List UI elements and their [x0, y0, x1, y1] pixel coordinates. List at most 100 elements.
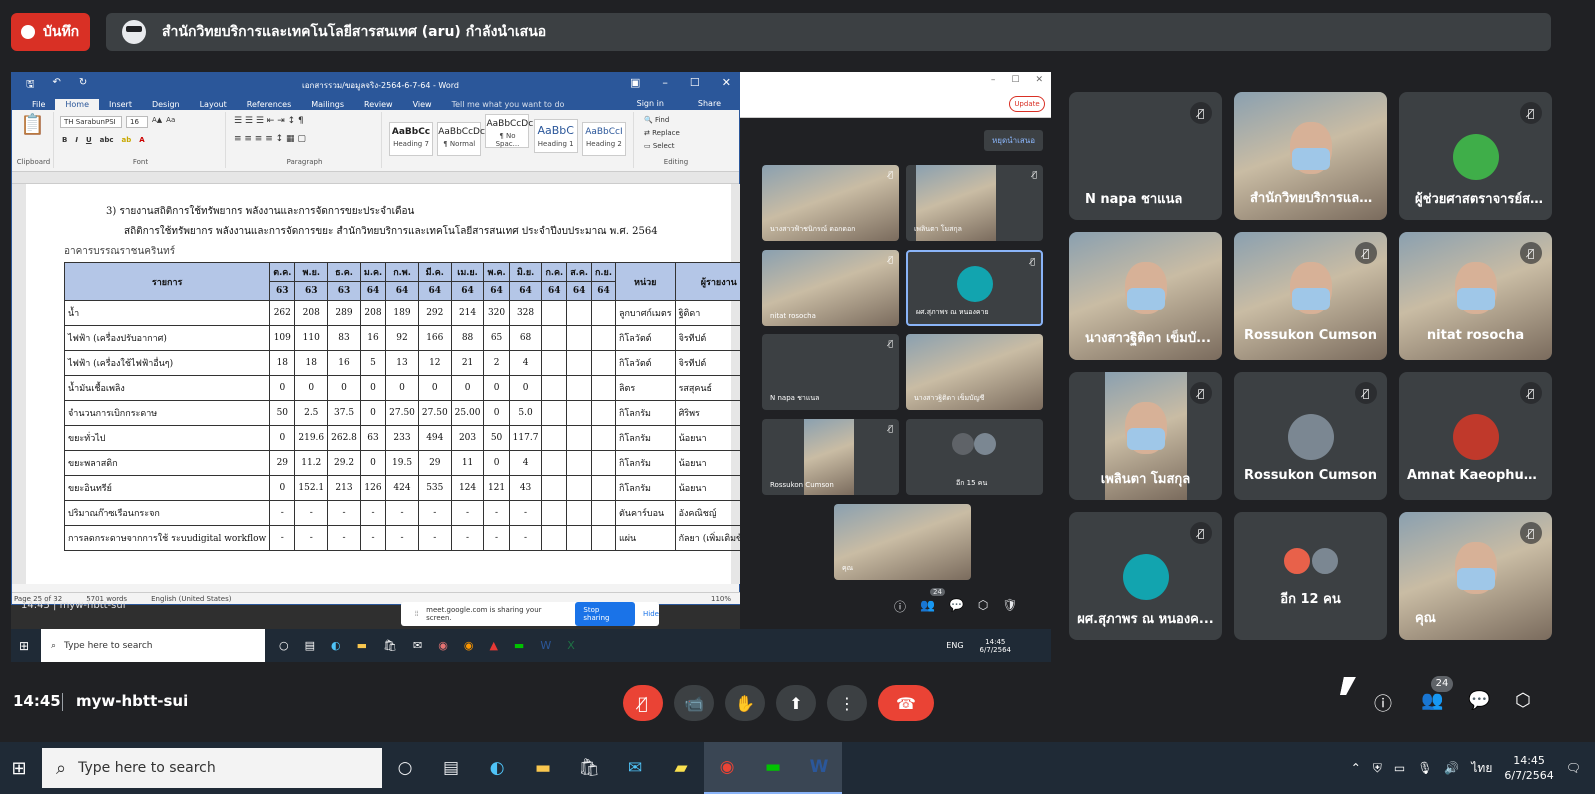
value-cell[interactable]: 203 — [450, 425, 485, 451]
style-normal[interactable]: AaBbCcDc ¶ Normal — [437, 122, 485, 156]
participant-tile[interactable]: 🎙̸ nitat rosocha — [1399, 232, 1552, 360]
value-cell[interactable]: 0 — [359, 400, 387, 426]
value-cell[interactable]: 29 — [269, 450, 296, 476]
value-cell[interactable]: 262.8 — [327, 425, 361, 451]
sign-in-link[interactable]: Sign in — [627, 98, 674, 109]
unit-cell[interactable]: กิโลวัตต์ — [614, 350, 676, 376]
info-icon[interactable]: ⓘ — [894, 598, 906, 615]
value-cell[interactable]: 292 — [417, 300, 452, 326]
value-cell[interactable]: - — [508, 525, 543, 551]
value-cell[interactable]: - — [327, 500, 361, 526]
ribbon-display-icon[interactable]: ▣ — [630, 76, 640, 89]
value-cell[interactable] — [590, 425, 616, 451]
taskbar-search-box[interactable]: ⌕ Type here to search — [42, 748, 382, 788]
minimize-icon[interactable]: – — [662, 76, 668, 89]
tab-file[interactable]: File — [22, 99, 55, 110]
value-cell[interactable]: 4 — [508, 450, 543, 476]
value-cell[interactable] — [541, 450, 568, 476]
value-cell[interactable]: - — [483, 500, 510, 526]
value-cell[interactable]: 5 — [359, 350, 387, 376]
value-cell[interactable] — [590, 375, 616, 401]
host-controls-icon[interactable]: 🛡 — [1002, 598, 1017, 615]
present-button[interactable]: ⬆ — [776, 685, 816, 721]
network-icon[interactable]: ▭ — [1394, 761, 1405, 775]
value-cell[interactable] — [541, 425, 568, 451]
value-cell[interactable]: 0 — [294, 375, 329, 401]
value-cell[interactable]: 5.0 — [508, 400, 543, 426]
tab-insert[interactable]: Insert — [99, 99, 142, 110]
value-cell[interactable]: 0 — [269, 375, 296, 401]
list-icons[interactable]: ☰ ☰ ☰ ⇤ ⇥ ↕ ¶ — [228, 112, 381, 126]
chrome-update-button[interactable]: Update — [1009, 96, 1045, 112]
raise-hand-button[interactable]: ✋ — [725, 685, 765, 721]
participant-tile[interactable]: 🎙̸ ผู้ช่วยศาสตราจารย์ส... — [1399, 92, 1552, 220]
value-cell[interactable] — [566, 400, 592, 426]
value-cell[interactable]: 0 — [450, 375, 485, 401]
value-cell[interactable]: 109 — [269, 325, 296, 351]
item-cell[interactable]: จำนวนการเบิกกระดาษ — [63, 400, 271, 426]
tab-layout[interactable]: Layout — [190, 99, 237, 110]
value-cell[interactable]: - — [359, 500, 387, 526]
value-cell[interactable] — [590, 525, 616, 551]
inner-taskbar-apps[interactable]: ○ ▤ ◐ ▬ 🛍 ✉ ◉ ◉ ▲ ▬ W X — [279, 639, 575, 652]
value-cell[interactable]: 50 — [269, 400, 296, 426]
value-cell[interactable]: 124 — [450, 475, 485, 501]
unit-cell[interactable]: กิโลกรัม — [614, 400, 676, 426]
value-cell[interactable]: - — [269, 525, 296, 551]
value-cell[interactable]: 11 — [450, 450, 485, 476]
zoom-level[interactable]: 110% — [711, 595, 741, 603]
chrome-icon[interactable]: ◉ — [704, 742, 750, 794]
style-no-spacing[interactable]: AaBbCcDc ¶ No Spac... — [485, 114, 533, 148]
tab-mailings[interactable]: Mailings — [301, 99, 354, 110]
value-cell[interactable] — [541, 475, 568, 501]
cortana-icon[interactable]: ○ — [382, 742, 428, 794]
value-cell[interactable]: 68 — [508, 325, 543, 351]
save-icon[interactable]: 🖫 — [26, 77, 35, 94]
value-cell[interactable] — [541, 525, 568, 551]
value-cell[interactable] — [566, 350, 592, 376]
unit-cell[interactable]: แผ่น — [614, 525, 676, 551]
item-cell[interactable]: ขยะอินทรีย์ — [63, 475, 271, 501]
value-cell[interactable]: 19.5 — [385, 450, 419, 476]
participant-tile[interactable]: 🎙̸ Rossukon Cumson — [1234, 372, 1387, 500]
microphone-icon[interactable]: 🎙 — [1417, 761, 1432, 775]
taskbar-clock[interactable]: 14:45 6/7/2564 — [1504, 753, 1553, 783]
chat-icon[interactable]: 💬 — [949, 598, 964, 615]
value-cell[interactable]: 2.5 — [294, 400, 329, 426]
value-cell[interactable]: 0 — [269, 475, 296, 501]
value-cell[interactable]: - — [483, 525, 510, 551]
value-cell[interactable] — [590, 400, 616, 426]
value-cell[interactable]: - — [269, 500, 296, 526]
value-cell[interactable] — [566, 450, 592, 476]
close-icon[interactable]: ✕ — [722, 76, 731, 89]
participant-tile[interactable]: 🎙̸ เพลินตา โมสกุล — [1069, 372, 1222, 500]
bold-icon[interactable]: B — [62, 136, 67, 144]
value-cell[interactable]: 27.50 — [385, 400, 419, 426]
value-cell[interactable]: 83 — [327, 325, 361, 351]
value-cell[interactable]: 289 — [327, 300, 361, 326]
value-cell[interactable]: 29 — [417, 450, 452, 476]
value-cell[interactable]: 0 — [359, 450, 387, 476]
value-cell[interactable]: - — [417, 525, 452, 551]
font-color-icon[interactable]: A — [139, 136, 144, 144]
value-cell[interactable]: 494 — [417, 425, 452, 451]
font-size-select[interactable]: 16 — [126, 116, 148, 128]
volume-icon[interactable]: 🔊 — [1444, 761, 1459, 775]
maximize-icon[interactable]: ☐ — [690, 76, 700, 89]
value-cell[interactable]: 37.5 — [327, 400, 361, 426]
value-cell[interactable]: - — [327, 525, 361, 551]
info-icon[interactable]: ⓘ — [1374, 690, 1392, 716]
value-cell[interactable]: 27.50 — [417, 400, 452, 426]
value-cell[interactable] — [590, 325, 616, 351]
value-cell[interactable]: 63 — [359, 425, 387, 451]
item-cell[interactable]: น้ำมันเชื้อเพลิง — [63, 375, 271, 401]
value-cell[interactable]: 16 — [327, 350, 361, 376]
line-icon[interactable]: ▬ — [750, 742, 796, 794]
value-cell[interactable]: 43 — [508, 475, 543, 501]
replace-button[interactable]: ⇄ Replace — [644, 127, 708, 140]
chevron-up-icon[interactable]: ⌃ — [1351, 761, 1361, 775]
value-cell[interactable]: 0 — [483, 400, 510, 426]
value-cell[interactable]: 88 — [450, 325, 485, 351]
value-cell[interactable]: 320 — [483, 300, 510, 326]
unit-cell[interactable]: กิโลวัตต์ — [614, 325, 676, 351]
